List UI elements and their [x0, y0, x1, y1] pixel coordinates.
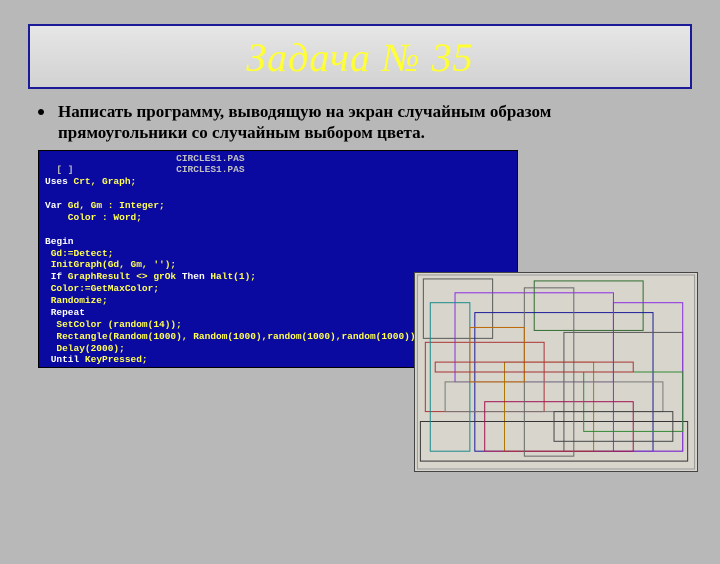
code-uses: Crt, Graph; [68, 176, 136, 187]
title-box: Задача № 35 [28, 24, 692, 89]
code-l8: Rectangle(Random(1000), Random(1000),ran… [45, 331, 421, 342]
slide-title: Задача № 35 [30, 34, 690, 81]
code-l11: Readln; [45, 366, 91, 367]
code-l3d: Halt(1); [205, 271, 256, 282]
bullet-row: Написать программу, выводящую на экран с… [38, 101, 682, 144]
kw-then: Then [182, 271, 205, 282]
code-filename: CIRCLES1.PAS [45, 153, 245, 164]
code-var2: Color : Word; [45, 212, 142, 223]
kw-begin: Begin [45, 236, 74, 247]
code-l2: InitGraph(Gd, Gm, ''); [45, 259, 176, 270]
bullet-dot-icon [38, 109, 44, 115]
code-l1: Gd:=Detect; [45, 248, 113, 259]
content-area: CIRCLES1.PAS [ ] CIRCLES1.PAS Uses Crt, … [38, 150, 682, 480]
code-l10b: KeyPressed; [79, 354, 147, 365]
kw-uses: Uses [45, 176, 68, 187]
code-filename2: [ ] CIRCLES1.PAS [45, 164, 245, 175]
kw-var: Var [45, 200, 62, 211]
code-l5: Randomize; [45, 295, 108, 306]
kw-until: Until [45, 354, 79, 365]
kw-repeat: Repeat [45, 307, 85, 318]
code-l7: SetColor (random(14)); [45, 319, 182, 330]
bullet-text: Написать программу, выводящую на экран с… [58, 101, 682, 144]
code-l9: Delay(2000); [45, 343, 125, 354]
program-output [414, 272, 698, 472]
kw-if: If [45, 271, 62, 282]
code-var: Gd, Gm : Integer; [62, 200, 165, 211]
code-l3b: GraphResult <> grOk [62, 271, 182, 282]
code-l4: Color:=GetMaxColor; [45, 283, 159, 294]
rectangles-output-icon [415, 273, 697, 471]
